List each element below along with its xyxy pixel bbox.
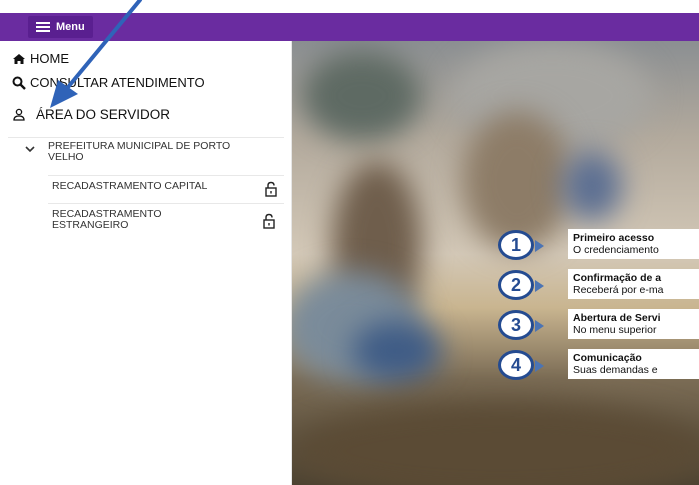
step-title: Comunicação bbox=[573, 352, 642, 364]
nav-consultar-label: CONSULTAR ATENDIMENTO bbox=[30, 75, 205, 90]
nav-consultar-atendimento[interactable]: CONSULTAR ATENDIMENTO bbox=[12, 75, 205, 90]
step-number-badge: 1 bbox=[498, 230, 534, 260]
step-number-badge: 3 bbox=[498, 310, 534, 340]
arrow-right-icon bbox=[535, 360, 544, 372]
hero-background: 1 Primeiro acesso O credenciamento 2 Con… bbox=[292, 41, 699, 485]
nav-home[interactable]: HOME bbox=[12, 51, 69, 66]
lock-icon bbox=[263, 213, 275, 229]
divider bbox=[48, 175, 284, 176]
step-card: Confirmação de a Receberá por e-ma bbox=[568, 269, 699, 299]
menu-button-label: Menu bbox=[56, 21, 85, 33]
tree-parent-label: PREFEITURA MUNICIPAL DE PORTO VELHO bbox=[48, 140, 231, 163]
menu-button[interactable]: Menu bbox=[28, 16, 93, 38]
tree-item-label: RECADASTRAMENTO CAPITAL bbox=[52, 180, 208, 192]
lock-icon bbox=[265, 181, 277, 197]
nav-home-label: HOME bbox=[30, 51, 69, 66]
sidebar: HOME CONSULTAR ATENDIMENTO ÁREA DO SERVI… bbox=[0, 41, 292, 485]
tree-item-recadastramento-estrangeiro[interactable]: RECADASTRAMENTO ESTRANGEIRO bbox=[52, 209, 232, 231]
step-text: Receberá por e-ma bbox=[573, 284, 664, 296]
step-3: 3 Abertura de Servi No menu superior bbox=[498, 309, 699, 343]
step-1: 1 Primeiro acesso O credenciamento bbox=[498, 229, 699, 263]
step-text: O credenciamento bbox=[573, 244, 659, 256]
user-icon bbox=[13, 108, 25, 121]
step-card: Abertura de Servi No menu superior bbox=[568, 309, 699, 339]
step-title: Primeiro acesso bbox=[573, 232, 655, 244]
step-title: Abertura de Servi bbox=[573, 312, 661, 324]
arrow-right-icon bbox=[535, 320, 544, 332]
nav-servidor-label: ÁREA DO SERVIDOR bbox=[36, 107, 171, 122]
step-text: Suas demandas e bbox=[573, 364, 658, 376]
top-navbar: Menu bbox=[0, 13, 699, 41]
home-icon bbox=[13, 53, 25, 64]
step-2: 2 Confirmação de a Receberá por e-ma bbox=[498, 269, 699, 303]
step-number-badge: 4 bbox=[498, 350, 534, 380]
tree-parent-prefeitura[interactable]: PREFEITURA MUNICIPAL DE PORTO VELHO bbox=[24, 141, 274, 163]
step-text: No menu superior bbox=[573, 324, 657, 336]
divider bbox=[48, 203, 284, 204]
step-card: Primeiro acesso O credenciamento bbox=[568, 229, 699, 259]
search-icon bbox=[12, 76, 26, 90]
step-card: Comunicação Suas demandas e bbox=[568, 349, 699, 379]
tree-item-label: RECADASTRAMENTO ESTRANGEIRO bbox=[52, 208, 162, 231]
hamburger-icon bbox=[36, 22, 50, 32]
step-number-badge: 2 bbox=[498, 270, 534, 300]
arrow-right-icon bbox=[535, 280, 544, 292]
nav-area-do-servidor[interactable]: ÁREA DO SERVIDOR bbox=[12, 107, 170, 122]
arrow-right-icon bbox=[535, 240, 544, 252]
divider bbox=[8, 137, 284, 138]
tree-item-recadastramento-capital[interactable]: RECADASTRAMENTO CAPITAL bbox=[52, 180, 284, 197]
step-4: 4 Comunicação Suas demandas e bbox=[498, 349, 699, 383]
chevron-down-icon bbox=[25, 146, 35, 153]
step-title: Confirmação de a bbox=[573, 272, 662, 284]
